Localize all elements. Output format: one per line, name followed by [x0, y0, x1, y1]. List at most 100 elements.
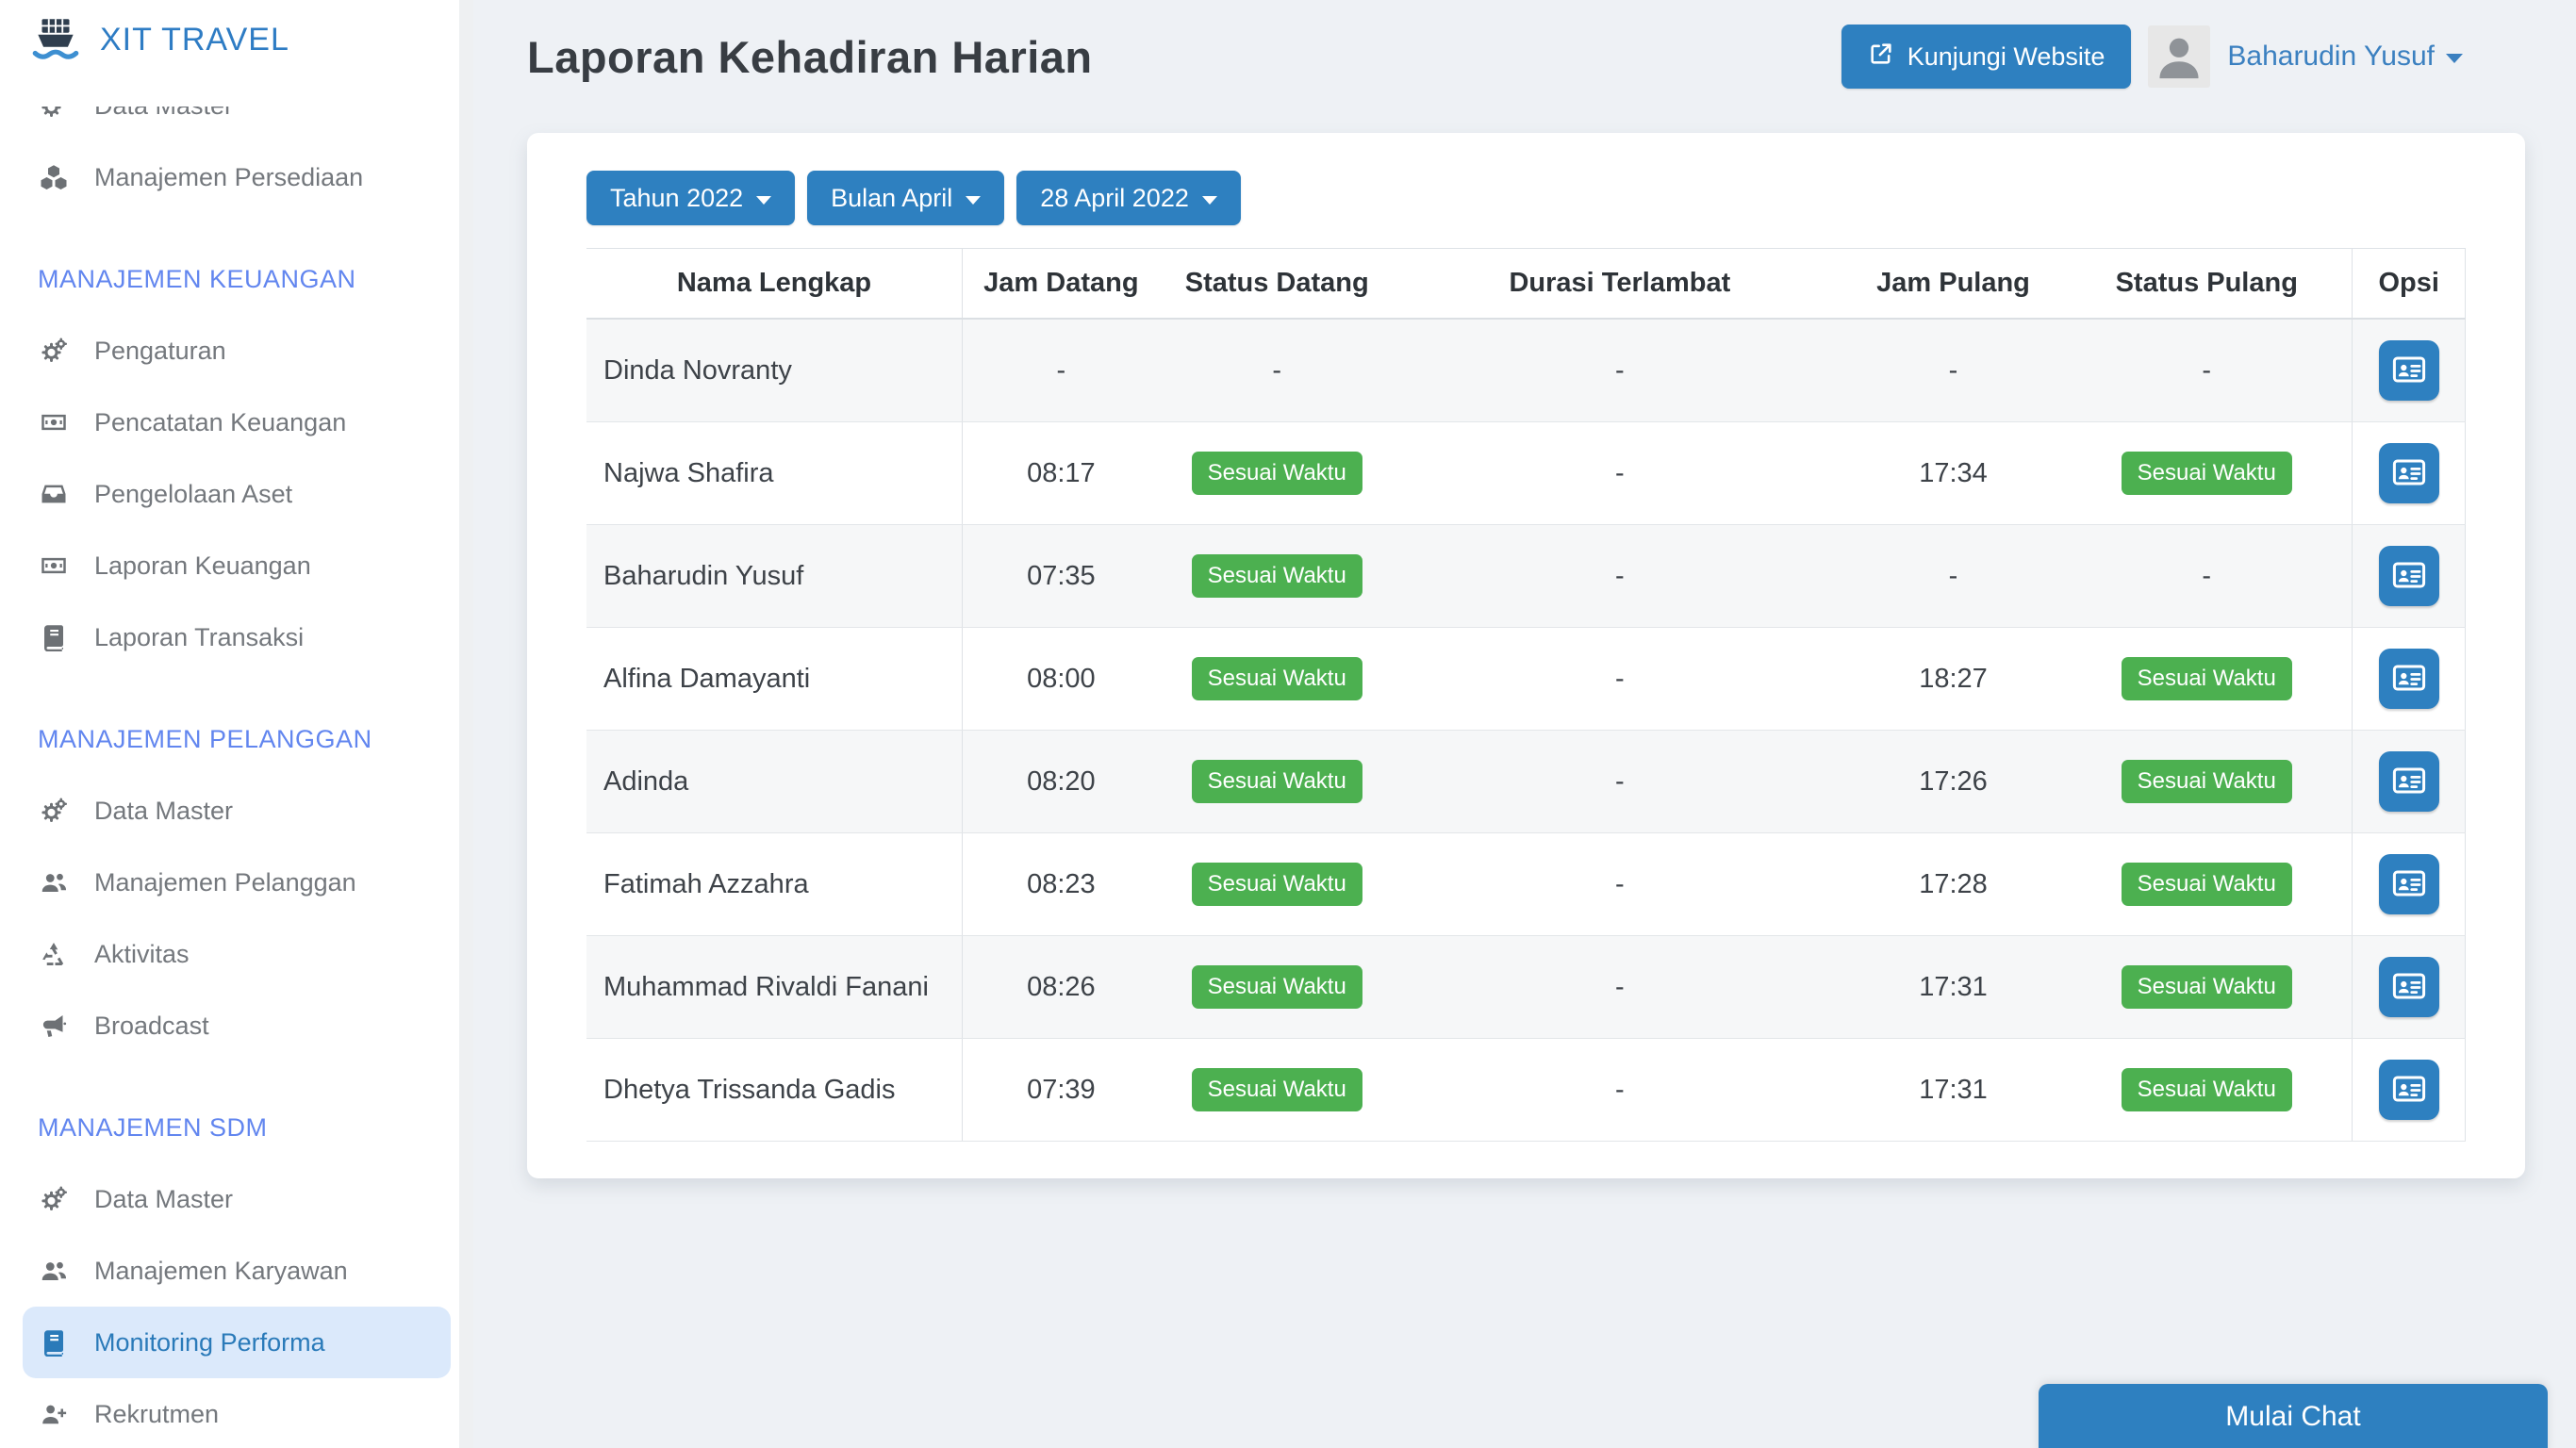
time-cell: 17:31: [1845, 1039, 2061, 1142]
employee-name-cell: Najwa Shafira: [586, 422, 963, 525]
filter-button-tahun-2022[interactable]: Tahun 2022: [586, 171, 795, 225]
avatar[interactable]: [2148, 25, 2210, 88]
time-cell: 08:26: [963, 936, 1160, 1039]
sidebar-scrollbar[interactable]: [459, 0, 473, 1448]
ship-icon: [28, 13, 83, 68]
money-bill-icon: [38, 408, 70, 436]
filter-button-bulan-april[interactable]: Bulan April: [807, 171, 1004, 225]
sidebar-item-manajemen-karyawan[interactable]: Manajemen Karyawan: [0, 1235, 473, 1307]
filter-button-28-april-2022[interactable]: 28 April 2022: [1016, 171, 1241, 225]
status-badge: Sesuai Waktu: [2122, 657, 2292, 700]
time-cell: 18:27: [1845, 628, 2061, 731]
book-icon: [38, 623, 70, 651]
value-cell: -: [2061, 319, 2353, 422]
caret-down-icon: [2446, 54, 2463, 63]
column-header-status-datang: Status Datang: [1160, 249, 1395, 320]
filter-label: Bulan April: [831, 184, 952, 213]
sidebar-item-aktivitas[interactable]: Aktivitas: [0, 918, 473, 990]
status-badge: Sesuai Waktu: [2122, 452, 2292, 495]
row-detail-button[interactable]: [2379, 854, 2439, 914]
topbar: Laporan Kehadiran Harian Kunjungi Websit…: [527, 17, 2525, 96]
sidebar-section-title: MANAJEMEN KEUANGAN: [0, 243, 473, 315]
report-card: Tahun 2022 Bulan April 28 April 2022 Nama …: [527, 133, 2525, 1178]
table-row: Adinda08:20Sesuai Waktu-17:26Sesuai Wakt…: [586, 731, 2466, 833]
sidebar-item-manajemen-pelanggan[interactable]: Manajemen Pelanggan: [0, 847, 473, 918]
address-card-icon: [2392, 764, 2426, 800]
sidebar-item-laporan-transaksi[interactable]: Laporan Transaksi: [0, 601, 473, 673]
start-chat-button[interactable]: Mulai Chat: [2039, 1384, 2548, 1448]
bullhorn-icon: [38, 1012, 70, 1040]
employee-name-cell: Fatimah Azzahra: [586, 833, 963, 936]
status-cell: Sesuai Waktu: [1160, 833, 1395, 936]
time-cell: -: [1845, 525, 2061, 628]
sidebar-item-manajemen-persediaan[interactable]: Manajemen Persediaan: [0, 141, 473, 213]
options-cell: [2353, 833, 2466, 936]
sidebar-item-pencatatan-keuangan[interactable]: Pencatatan Keuangan: [0, 387, 473, 458]
attendance-table: Nama LengkapJam DatangStatus DatangDuras…: [586, 248, 2466, 1142]
status-cell: Sesuai Waktu: [1160, 628, 1395, 731]
sidebar-item-label: Aktivitas: [94, 940, 190, 969]
user-menu[interactable]: Baharudin Yusuf: [2227, 41, 2463, 73]
main-content: Laporan Kehadiran Harian Kunjungi Websit…: [473, 0, 2576, 1448]
filter-bar: Tahun 2022 Bulan April 28 April 2022: [586, 171, 2466, 225]
value-cell: -: [1160, 319, 1395, 422]
value-cell: -: [1395, 833, 1845, 936]
row-detail-button[interactable]: [2379, 649, 2439, 709]
start-chat-label: Mulai Chat: [2225, 1401, 2360, 1433]
row-detail-button[interactable]: [2379, 546, 2439, 606]
column-header-status-pulang: Status Pulang: [2061, 249, 2353, 320]
table-row: Baharudin Yusuf07:35Sesuai Waktu---: [586, 525, 2466, 628]
cogs-icon: [38, 1185, 70, 1213]
table-row: Fatimah Azzahra08:23Sesuai Waktu-17:28Se…: [586, 833, 2466, 936]
column-header-opsi: Opsi: [2353, 249, 2466, 320]
row-detail-button[interactable]: [2379, 340, 2439, 401]
cogs-icon: [38, 797, 70, 825]
row-detail-button[interactable]: [2379, 443, 2439, 503]
sidebar-item-pengaturan[interactable]: Pengaturan: [0, 315, 473, 387]
sidebar-item-laporan-keuangan[interactable]: Laporan Keuangan: [0, 530, 473, 601]
sidebar-item-label: Manajemen Persediaan: [94, 163, 363, 192]
time-cell: 17:28: [1845, 833, 2061, 936]
status-badge: Sesuai Waktu: [1192, 965, 1362, 1009]
table-row: Muhammad Rivaldi Fanani08:26Sesuai Waktu…: [586, 936, 2466, 1039]
sidebar-item-monitoring-performa[interactable]: Monitoring Performa: [23, 1307, 451, 1378]
time-cell: 07:35: [963, 525, 1160, 628]
table-header-row: Nama LengkapJam DatangStatus DatangDuras…: [586, 249, 2466, 320]
sidebar-item-label: Pencatatan Keuangan: [94, 408, 346, 437]
visit-website-button[interactable]: Kunjungi Website: [1841, 25, 2132, 89]
status-cell: Sesuai Waktu: [2061, 936, 2353, 1039]
filter-label: Tahun 2022: [610, 184, 743, 213]
sidebar-item-data-master[interactable]: Data Master: [0, 1163, 473, 1235]
sidebar-item-broadcast[interactable]: Broadcast: [0, 990, 473, 1061]
employee-name-cell: Alfina Damayanti: [586, 628, 963, 731]
table-body: Dinda Novranty-----Najwa Shafira08:17Ses…: [586, 319, 2466, 1142]
status-badge: Sesuai Waktu: [1192, 657, 1362, 700]
options-cell: [2353, 319, 2466, 422]
status-badge: Sesuai Waktu: [2122, 1068, 2292, 1111]
time-cell: 08:23: [963, 833, 1160, 936]
users-icon: [38, 1257, 70, 1285]
status-cell: Sesuai Waktu: [2061, 731, 2353, 833]
row-detail-button[interactable]: [2379, 751, 2439, 812]
sidebar-item-data-master[interactable]: Data Master: [0, 775, 473, 847]
status-cell: Sesuai Waktu: [1160, 936, 1395, 1039]
user-plus-icon: [38, 1400, 70, 1428]
brand[interactable]: XIT TRAVEL: [0, 0, 473, 107]
row-detail-button[interactable]: [2379, 957, 2439, 1017]
sidebar-item-pengelolaan-aset[interactable]: Pengelolaan Aset: [0, 458, 473, 530]
sidebar-item-label: Manajemen Karyawan: [94, 1257, 348, 1286]
status-badge: Sesuai Waktu: [1192, 863, 1362, 906]
time-cell: -: [1845, 319, 2061, 422]
book-icon: [38, 1328, 70, 1357]
time-cell: 08:17: [963, 422, 1160, 525]
sidebar-item-rekrutmen[interactable]: Rekrutmen: [0, 1378, 473, 1448]
status-badge: Sesuai Waktu: [2122, 760, 2292, 803]
sidebar-item-label: Data Master: [94, 1185, 233, 1214]
employee-name-cell: Baharudin Yusuf: [586, 525, 963, 628]
cubes-icon: [38, 163, 70, 191]
time-cell: 08:00: [963, 628, 1160, 731]
sidebar-item-label: Rekrutmen: [94, 1400, 219, 1429]
time-cell: 17:26: [1845, 731, 2061, 833]
row-detail-button[interactable]: [2379, 1060, 2439, 1120]
options-cell: [2353, 731, 2466, 833]
